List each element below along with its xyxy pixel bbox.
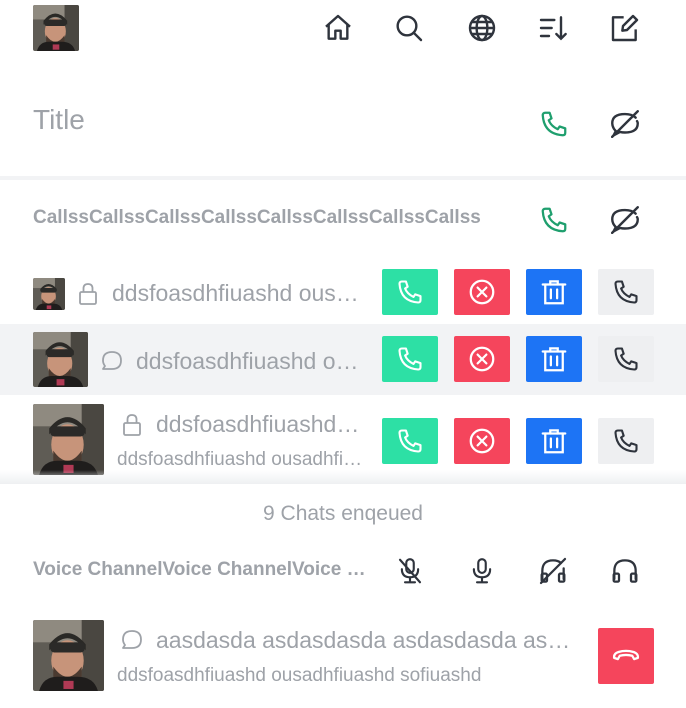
sort-icon[interactable] (533, 8, 573, 48)
avatar (33, 278, 65, 310)
chats-enqueued-text: 9 Chats enqeued (263, 502, 423, 525)
row-name: aasdasda asdasdasda asdasdasda asdasdasd… (156, 627, 578, 653)
decline-call-button[interactable] (454, 418, 510, 464)
globe-icon[interactable] (462, 8, 502, 48)
row-name: ddsfoasdhfiuashd ousadhfiuashd (156, 411, 362, 437)
discussion-off-icon[interactable] (605, 200, 645, 240)
call-button[interactable] (598, 336, 654, 382)
call-row[interactable]: ddsfoasdhfiuashd ousadhfiuashd (0, 262, 686, 324)
mic-icon[interactable] (462, 551, 502, 591)
call-row[interactable]: ddsfoasdhfiuashd ousadhfiuashd ddsfoasdh… (0, 398, 686, 480)
voice-channel-title: Voice ChannelVoice ChannelVoice Channel (33, 559, 379, 580)
chat-bubble-icon (100, 349, 124, 373)
discussion-off-icon[interactable] (605, 104, 645, 144)
mic-off-icon[interactable] (390, 551, 430, 591)
user-avatar[interactable] (33, 5, 79, 51)
section-divider (0, 176, 686, 180)
phone-icon[interactable] (534, 200, 574, 240)
decline-call-button[interactable] (454, 269, 510, 315)
list-fade (0, 470, 686, 484)
accept-call-button[interactable] (382, 336, 438, 382)
lock-icon (120, 412, 144, 438)
edit-icon[interactable] (605, 8, 645, 48)
delete-button[interactable] (526, 418, 582, 464)
avatar (33, 620, 104, 691)
row-subtitle: ddsfoasdhfiuashd ousadhfiuashd sofiuashd (117, 665, 482, 686)
row-name: ddsfoasdhfiuashd ousadhfiuashd (112, 280, 370, 306)
chat-bubble-icon (120, 628, 144, 652)
accept-call-button[interactable] (382, 269, 438, 315)
avatar (33, 404, 104, 475)
voice-call-row[interactable]: aasdasda asdasdasda asdasdasda asdasdasd… (0, 614, 686, 698)
phone-icon[interactable] (534, 104, 574, 144)
lock-icon (76, 281, 100, 307)
row-subtitle: ddsfoasdhfiuashd ousadhfiuashd (117, 449, 363, 470)
call-row[interactable]: ddsfoasdhfiuashd ousadhfiuashd (0, 324, 686, 395)
headphones-icon[interactable] (605, 551, 645, 591)
decline-call-button[interactable] (454, 336, 510, 382)
home-icon[interactable] (318, 8, 358, 48)
headphones-off-icon[interactable] (533, 551, 573, 591)
call-button[interactable] (598, 269, 654, 315)
hangup-button[interactable] (598, 628, 654, 684)
row-name: ddsfoasdhfiuashd ousadhfiuashd (136, 348, 370, 374)
avatar (33, 332, 88, 387)
search-icon[interactable] (389, 8, 429, 48)
accept-call-button[interactable] (382, 418, 438, 464)
calls-section-title: CallssCallssCallssCallssCallssCallssCall… (33, 207, 481, 228)
delete-button[interactable] (526, 336, 582, 382)
delete-button[interactable] (526, 269, 582, 315)
title-input[interactable]: Title (33, 104, 85, 136)
call-button[interactable] (598, 418, 654, 464)
